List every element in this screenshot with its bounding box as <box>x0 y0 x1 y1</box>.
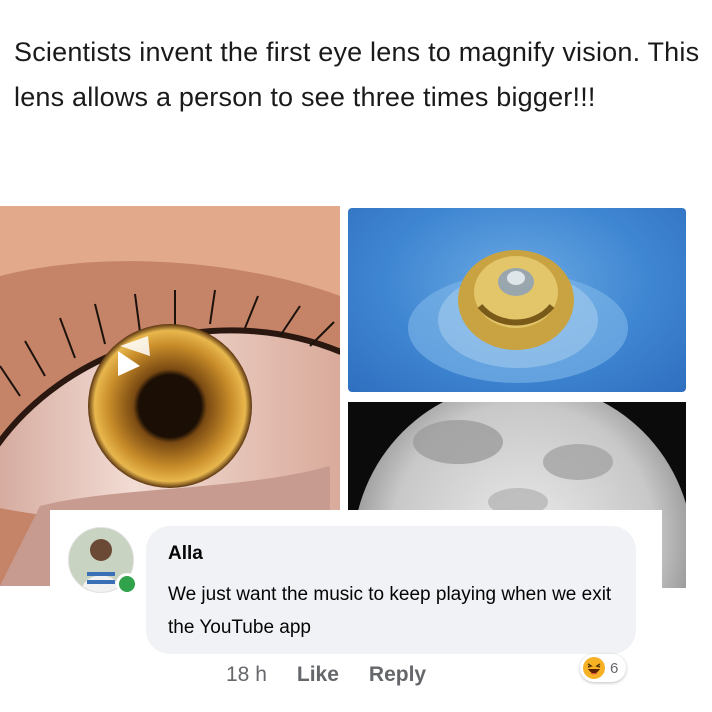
reaction-count: 6 <box>610 659 619 677</box>
post-caption: Scientists invent the first eye lens to … <box>14 37 700 112</box>
like-button[interactable]: Like <box>297 663 339 687</box>
comment-author[interactable]: Alla <box>168 543 203 565</box>
online-status-indicator <box>116 573 138 595</box>
comment-actions: 18 h Like Reply <box>226 660 456 690</box>
haha-emoji-icon <box>583 657 605 679</box>
comment-text: We just want the music to keep playing w… <box>168 584 612 638</box>
comment-timestamp[interactable]: 18 h <box>226 663 267 687</box>
reply-button[interactable]: Reply <box>369 663 426 687</box>
lens-illustration <box>408 250 628 383</box>
lens-image <box>348 208 686 392</box>
reaction-summary[interactable]: 6 <box>580 654 627 682</box>
